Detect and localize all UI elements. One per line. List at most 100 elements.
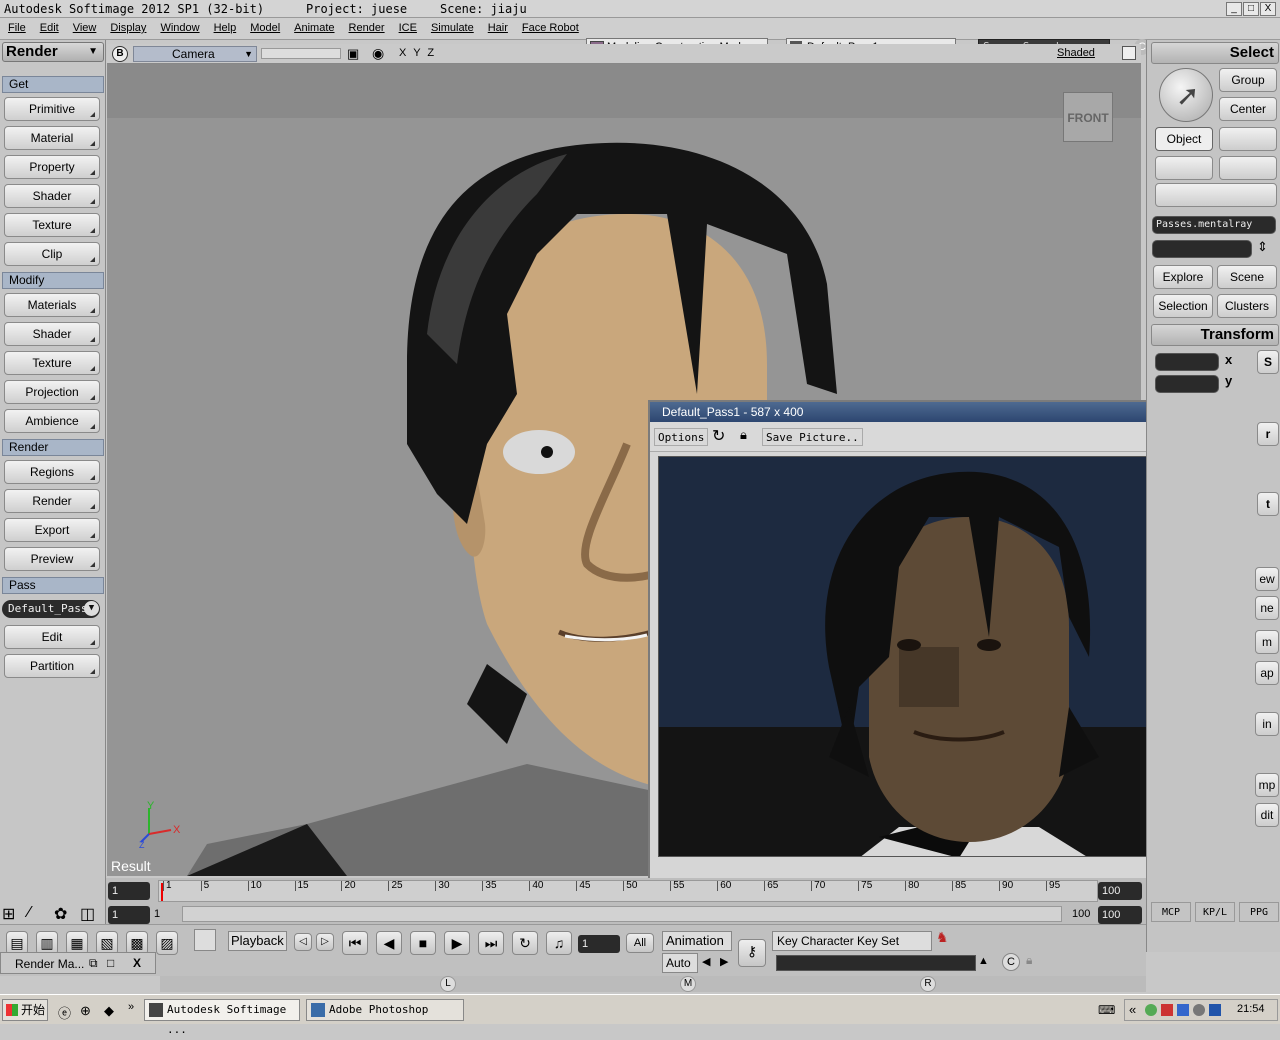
next-icon[interactable]: ▶ xyxy=(720,955,728,968)
export-button[interactable]: Export xyxy=(4,518,100,542)
camera-dropdown[interactable]: Camera ▼ xyxy=(133,46,257,62)
c-button[interactable]: C xyxy=(1002,953,1020,971)
scene-button[interactable]: Scene xyxy=(1217,265,1277,289)
render-manager-close[interactable]: X xyxy=(133,956,141,970)
eye-icon[interactable]: ◉ xyxy=(372,45,384,62)
audio-icon[interactable]: ♫ xyxy=(546,931,572,955)
menu-file[interactable]: File xyxy=(8,22,26,34)
browser-icon[interactable]: ⊕ xyxy=(80,1003,91,1019)
restore-icon[interactable]: ⧉ xyxy=(89,956,98,971)
grid-icon[interactable]: ⊞ xyxy=(2,904,15,924)
menu-view[interactable]: View xyxy=(73,22,97,34)
loop-icon[interactable]: ↻ xyxy=(512,931,538,955)
view-mode-buttons[interactable] xyxy=(261,48,341,59)
menu-help[interactable]: Help xyxy=(214,22,237,34)
menu-edit[interactable]: Edit xyxy=(40,22,59,34)
blank-button-3[interactable] xyxy=(1219,156,1277,180)
axis-buttons[interactable]: X Y Z xyxy=(399,47,436,59)
timeline-ruler[interactable]: 1 5 10 15 20 25 30 35 40 45 50 55 60 65 70 75 80 85 90 95 xyxy=(158,880,1098,902)
shading-mode[interactable]: Shaded xyxy=(1057,47,1095,59)
menu-simulate[interactable]: Simulate xyxy=(431,22,474,34)
first-frame-icon[interactable]: ⏮ xyxy=(342,931,368,955)
minimize-button[interactable]: _ xyxy=(1226,2,1242,16)
menu-animate[interactable]: Animate xyxy=(294,22,334,34)
snapshot-icon[interactable] xyxy=(194,929,216,951)
truncated-button-4[interactable]: in xyxy=(1255,712,1279,736)
truncated-button-3[interactable]: ap xyxy=(1255,661,1279,685)
range-start-field[interactable]: 1 xyxy=(108,906,150,924)
range-end-field[interactable]: 100 xyxy=(1098,906,1142,924)
range-slider[interactable] xyxy=(182,906,1062,922)
timeline-end-field[interactable]: 100 xyxy=(1098,882,1142,900)
viewport-badge[interactable]: B xyxy=(112,46,128,62)
projection-button[interactable]: Projection xyxy=(4,380,100,404)
regions-button[interactable]: Regions xyxy=(4,460,100,484)
close-button[interactable]: X xyxy=(1260,2,1276,16)
passes-field[interactable]: Passes.mentalray xyxy=(1152,216,1276,234)
prev-icon[interactable]: ◀ xyxy=(702,955,710,968)
blank-button-1[interactable] xyxy=(1219,127,1277,151)
key-marker-icon[interactable]: ♞ xyxy=(936,929,954,949)
menu-ice[interactable]: ICE xyxy=(399,22,417,34)
prev-key-icon[interactable]: ◁ xyxy=(294,933,312,951)
lock-icon[interactable]: 🔒︎ xyxy=(1026,953,1032,968)
truncated-button-6[interactable]: dit xyxy=(1255,803,1279,827)
tab-ppg[interactable]: PPG xyxy=(1239,902,1279,922)
selection-button[interactable]: Selection xyxy=(1153,294,1213,318)
section-header-pass[interactable]: Pass xyxy=(2,577,104,594)
tray-icon-2[interactable] xyxy=(1161,1004,1173,1016)
shader-button[interactable]: Shader xyxy=(4,322,100,346)
scale-button[interactable]: S xyxy=(1257,350,1279,374)
primitive-button[interactable]: Primitive xyxy=(4,97,100,121)
object-button[interactable]: Object xyxy=(1155,127,1213,151)
rotate-button[interactable]: r xyxy=(1257,422,1279,446)
menu-render[interactable]: Render xyxy=(349,22,385,34)
stop-icon[interactable]: ■ xyxy=(410,931,436,955)
section-header-render[interactable]: Render xyxy=(2,439,104,456)
tab-mcp[interactable]: MCP xyxy=(1151,902,1191,922)
section-header-get[interactable]: Get xyxy=(2,76,104,93)
save-picture-button[interactable]: Save Picture.. xyxy=(762,428,863,446)
menu-display[interactable]: Display xyxy=(110,22,146,34)
truncated-button-2[interactable]: m xyxy=(1255,630,1279,654)
shader-button[interactable]: Shader xyxy=(4,184,100,208)
materials-button[interactable]: Materials xyxy=(4,293,100,317)
clip-button[interactable]: Clip xyxy=(4,242,100,266)
maximize-icon[interactable]: □ xyxy=(107,956,114,970)
property-button[interactable]: Property xyxy=(4,155,100,179)
tray-expand[interactable]: « xyxy=(1129,1002,1136,1017)
tray-icon-4[interactable] xyxy=(1193,1004,1205,1016)
texture-button[interactable]: Texture xyxy=(4,213,100,237)
wand-icon[interactable]: ⁄ xyxy=(28,904,31,922)
last-frame-icon[interactable]: ⏭ xyxy=(478,931,504,955)
preview-button[interactable]: Preview xyxy=(4,547,100,571)
section-header-modify[interactable]: Modify xyxy=(2,272,104,289)
menu-hair[interactable]: Hair xyxy=(488,22,508,34)
select-tool-button[interactable]: ➚ xyxy=(1159,68,1213,122)
app-icon[interactable]: ◆ xyxy=(104,1003,114,1019)
blank-button-2[interactable] xyxy=(1155,156,1213,180)
split-view-icon[interactable]: ◫ xyxy=(80,904,95,924)
step-back-icon[interactable]: ◀ xyxy=(376,931,402,955)
playback-menu[interactable]: Playback xyxy=(228,931,287,951)
shield-icon[interactable] xyxy=(1177,1004,1189,1016)
menu-face-robot[interactable]: Face Robot xyxy=(522,22,579,34)
ambience-button[interactable]: Ambience xyxy=(4,409,100,433)
keyboard-icon[interactable]: ⌨ xyxy=(1098,1003,1115,1017)
ie-icon[interactable]: ⓔ xyxy=(58,1003,71,1022)
play-icon[interactable]: ▶ xyxy=(444,931,470,955)
key-set-dropdown[interactable]: Key Character Key Set xyxy=(772,931,932,951)
all-button[interactable]: All xyxy=(626,933,654,953)
blank-button-4[interactable] xyxy=(1155,183,1277,207)
view-cube-front[interactable]: FRONT xyxy=(1063,92,1113,142)
camera-icon[interactable]: ▣ xyxy=(347,46,359,62)
key-icon[interactable]: ⚷ xyxy=(738,939,766,967)
tray-icon-1[interactable] xyxy=(1145,1004,1157,1016)
start-button[interactable]: 开始 xyxy=(2,999,48,1021)
tab-kp-l[interactable]: KP/L xyxy=(1195,902,1235,922)
menu-model[interactable]: Model xyxy=(250,22,280,34)
truncated-button-0[interactable]: ew xyxy=(1255,567,1279,591)
transform-panel-header[interactable]: Transform xyxy=(1151,324,1279,346)
translate-button[interactable]: t xyxy=(1257,492,1279,516)
transform-y-field[interactable] xyxy=(1155,375,1219,393)
